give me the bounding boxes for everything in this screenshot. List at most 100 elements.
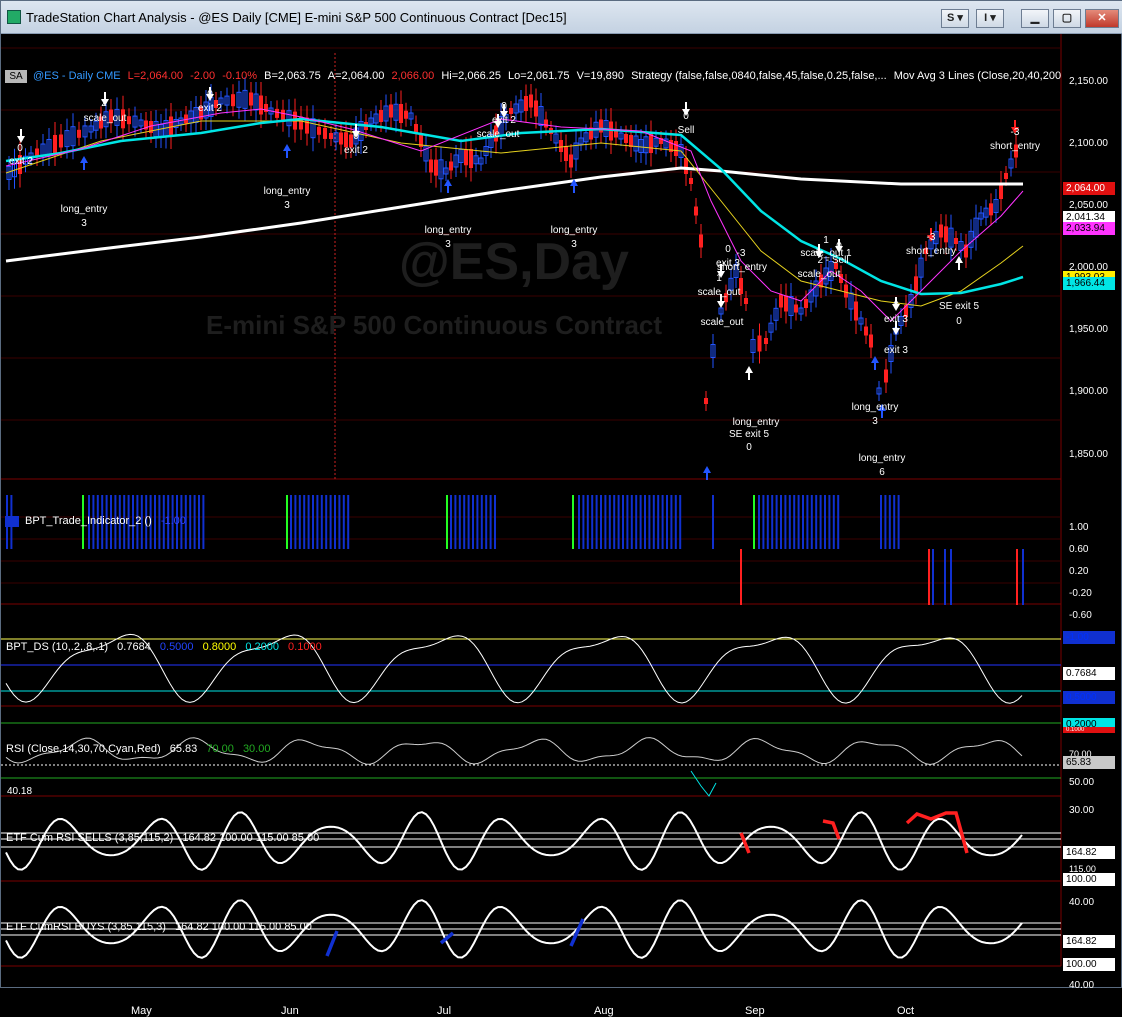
trade-annotation-label: scale_out: [476, 129, 520, 140]
trade-annotation-label: -3: [1010, 127, 1020, 138]
rsi-axis-label: 30.00: [1069, 805, 1095, 816]
candle-body: [704, 398, 708, 404]
candle-body: [939, 224, 943, 238]
trade-annotation-label: -3: [736, 248, 746, 259]
trade-annotation-label: 0: [836, 241, 842, 252]
candle-body: [844, 284, 848, 298]
trade-annotation-label: SE exit 5: [728, 429, 770, 440]
trade-annotation-label: 0: [725, 244, 731, 255]
trade-annotation-label: scale_out: [700, 317, 744, 328]
rsi-oversold-segment: [690, 770, 717, 797]
candle-body: [329, 133, 333, 139]
tradestation-app-icon: [7, 10, 21, 24]
candle-body: [259, 95, 263, 115]
price-axis-label: 2,050.00: [1069, 200, 1108, 211]
sells-signal-segment: [822, 819, 841, 840]
candle-body: [744, 298, 748, 304]
sa-button[interactable]: SA: [5, 70, 27, 83]
price-axis-label: 1,950.00: [1069, 324, 1108, 335]
candle-body: [404, 110, 408, 119]
candle-body: [869, 334, 873, 348]
rsi-title: RSI (Close,14,30,70,Cyan,Red) 65.83 70.0…: [6, 743, 271, 755]
month-label: Oct: [897, 1005, 915, 1017]
entry-arrow-icon: [703, 466, 711, 473]
candle-body: [599, 119, 603, 133]
exit-arrow-icon: [17, 136, 25, 143]
buys-100-tag: 100.00: [1063, 958, 1115, 971]
candle-body: [559, 140, 563, 152]
candle-body: [689, 178, 693, 184]
price-chart-canvas[interactable]: [1, 34, 1122, 989]
candle-body: [674, 141, 678, 156]
ma20-price-tag: 2,033.94: [1063, 222, 1115, 235]
bpt-axis-label: 0.20: [1069, 566, 1089, 577]
trade-annotation-label: 3: [81, 218, 87, 229]
chart-area[interactable]: SA @ES - Daily CME L=2,064.00 -2.00 -0.1…: [1, 34, 1122, 1017]
rsi-axis-label: 50.00: [1069, 777, 1095, 788]
trade-annotation-label: SE exit 5: [938, 301, 980, 312]
s-menu-button[interactable]: S ▾: [941, 9, 969, 28]
trade-annotation-label: 1: [716, 273, 722, 284]
trade-annotation-label: scale_out: [797, 269, 841, 280]
trade-annotation-label: exit 2: [9, 156, 33, 167]
month-label: May: [131, 1005, 152, 1017]
window-title: TradeStation Chart Analysis - @ES Daily …: [26, 10, 567, 25]
entry-arrow-icon: [955, 256, 963, 263]
sells-title: ETF Cum RSI SELLS (3,85,115,2) 164.82 10…: [6, 832, 320, 844]
candle-body: [524, 96, 528, 111]
entry-arrow-icon: [444, 179, 452, 186]
bptds-value-tag: 0.7684: [1063, 667, 1115, 680]
title-bar: TradeStation Chart Analysis - @ES Daily …: [1, 1, 1122, 34]
candle-body: [544, 119, 548, 128]
i-menu-button[interactable]: I ▾: [976, 9, 1004, 28]
candle-body: [53, 135, 57, 153]
trade-annotation-label: 2 - Sell: [817, 255, 849, 266]
rsi-cursor-label: 40.18: [7, 786, 33, 797]
sells-axis-label: 40.00: [1069, 897, 1095, 908]
candle-body: [469, 149, 473, 168]
trade-annotation-label: 0: [746, 442, 752, 453]
trade-annotation-label: 0: [956, 316, 962, 327]
exit-arrow-icon: [892, 328, 900, 335]
candle-body: [684, 158, 688, 174]
maximize-icon[interactable]: ▢: [1053, 9, 1081, 28]
trade-annotation-label: short_entry: [905, 246, 957, 257]
minimize-icon[interactable]: ▁: [1021, 9, 1049, 28]
watermark-symbol: @ES,Day: [399, 233, 629, 291]
trade-annotation-label: 0: [893, 300, 899, 311]
candle-body: [954, 238, 958, 244]
candle-body: [944, 226, 948, 243]
sells-100-tag: 100.00: [1063, 873, 1115, 886]
candle-body: [449, 161, 453, 171]
candle-body: [649, 134, 653, 153]
trade-annotation-label: 0: [207, 89, 213, 100]
candle-body: [429, 159, 433, 173]
price-axis-label: 2,150.00: [1069, 76, 1108, 87]
candle-body: [434, 159, 438, 176]
bptds-mid-tag: 0.5000: [1063, 691, 1115, 704]
trade-annotation-label: -3: [926, 232, 936, 243]
trade-annotation-label: long_entry: [732, 417, 780, 428]
candle-body: [264, 104, 268, 112]
trade-annotation-label: Sell: [677, 125, 695, 136]
candle-body: [624, 134, 628, 143]
candle-body: [569, 154, 573, 168]
entry-arrow-icon: [745, 366, 753, 373]
exit-arrow-icon: [717, 301, 725, 308]
entry-arrow-icon: [80, 156, 88, 163]
trade-annotation-label: exit 2: [344, 145, 368, 156]
trade-annotation-label: scale_out: [83, 113, 127, 124]
trade-annotation-label: long_entry: [858, 453, 906, 464]
trade-annotation-label: scale_out: [697, 287, 741, 298]
bpt-histogram: [6, 495, 1024, 605]
buys-value-tag: 164.82: [1063, 935, 1115, 948]
candle-body: [764, 338, 768, 344]
candle-body: [694, 206, 698, 216]
trade-annotation-label: long_entry: [851, 402, 899, 413]
candle-body: [127, 116, 131, 125]
price-axis-label: 1,850.00: [1069, 449, 1108, 460]
trade-annotation-label: 0: [353, 131, 359, 142]
symbol-header: @ES - Daily CME L=2,064.00 -2.00 -0.10% …: [33, 70, 1062, 82]
close-icon[interactable]: ✕: [1085, 9, 1119, 28]
candle-body: [529, 94, 533, 108]
